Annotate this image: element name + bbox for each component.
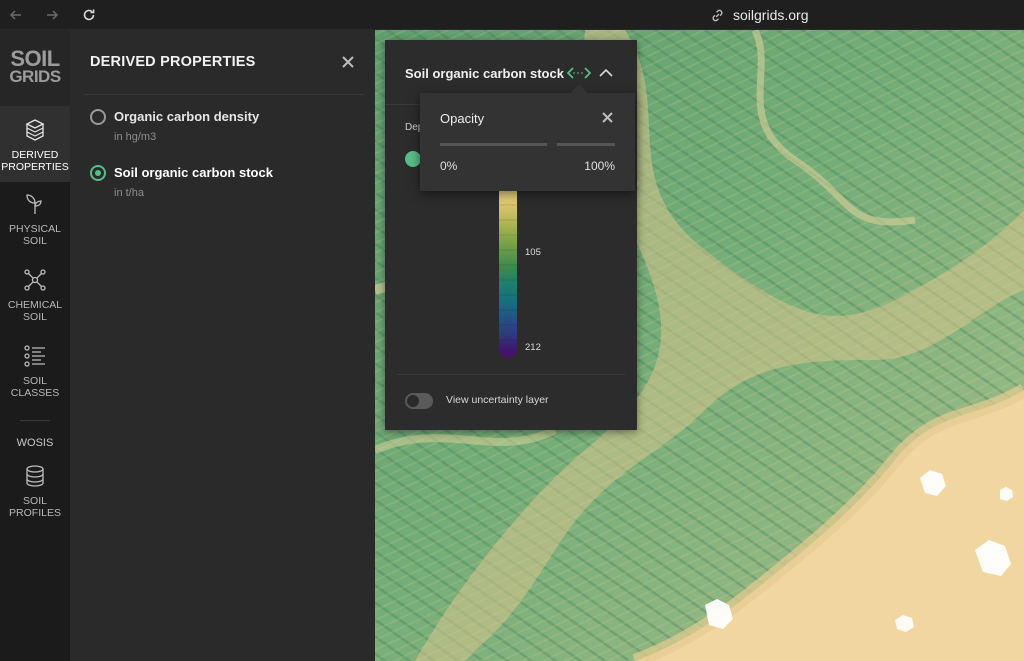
radio-soil-organic-carbon-stock[interactable] [90, 165, 106, 181]
close-icon[interactable] [601, 111, 614, 124]
color-ramp-bands [499, 204, 517, 341]
panel-divider [84, 94, 364, 95]
legend-tick-105: 105 [525, 247, 541, 258]
rail-item-soil-profiles[interactable]: SOIL PROFILES [0, 464, 70, 519]
legend-title: Soil organic carbon stock [405, 66, 564, 81]
option-unit: in t/ha [114, 187, 144, 199]
opacity-title: Opacity [440, 111, 485, 126]
rail-divider [20, 420, 50, 421]
reload-icon[interactable] [79, 5, 99, 25]
option-label: Organic carbon density [114, 109, 260, 124]
logo-line-2: GRIDS [9, 67, 61, 86]
close-icon[interactable] [340, 54, 356, 70]
plant-icon [26, 194, 42, 214]
wosis-heading: WOSIS [16, 437, 54, 449]
list-icon [24, 345, 45, 367]
opacity-min-label: 0% [440, 159, 458, 173]
app-nav-rail: SOIL GRIDS DERIVED PROPERTIES PHYSICAL S… [0, 30, 70, 661]
opacity-slider[interactable] [440, 141, 615, 148]
logo-line-1: SOIL [10, 46, 60, 71]
opacity-popup: Opacity 0% 100% [420, 84, 635, 191]
database-icon [26, 465, 44, 487]
color-ramp [499, 190, 517, 358]
option-unit: in hg/m3 [114, 131, 157, 143]
url-text: soilgrids.org [733, 7, 809, 23]
slider-handle[interactable] [547, 141, 557, 148]
chevron-up-icon[interactable] [598, 66, 614, 80]
forward-arrow-icon[interactable] [42, 5, 62, 25]
depth-selector-dot[interactable] [405, 151, 421, 167]
radio-organic-carbon-density[interactable] [90, 109, 106, 125]
molecule-icon [24, 269, 46, 291]
soilgrids-logo[interactable]: SOIL GRIDS [0, 30, 70, 106]
legend-divider-bottom [397, 374, 625, 375]
rail-item-derived-properties[interactable]: DERIVED PROPERTIES [0, 106, 70, 182]
browser-toolbar: soilgrids.org [0, 0, 1024, 30]
option-label: Soil organic carbon stock [114, 165, 273, 180]
back-arrow-icon[interactable] [6, 5, 26, 25]
uncertainty-toggle[interactable] [405, 393, 433, 409]
address-bar[interactable]: soilgrids.org [710, 6, 808, 24]
opacity-toggle-icon[interactable] [567, 65, 591, 81]
uncertainty-label: View uncertainty layer [446, 394, 549, 406]
rail-item-chemical-soil[interactable]: CHEMICAL SOIL [0, 268, 70, 323]
opacity-max-label: 100% [584, 159, 615, 173]
panel-title: DERIVED PROPERTIES [90, 54, 256, 70]
derived-properties-panel: DERIVED PROPERTIES Organic carbon densit… [70, 30, 375, 661]
link-icon [712, 9, 723, 21]
rail-item-soil-classes[interactable]: SOIL CLASSES [0, 344, 70, 399]
layers-icon [25, 119, 45, 141]
legend-tick-212: 212 [525, 342, 541, 353]
rail-item-physical-soil[interactable]: PHYSICAL SOIL [0, 192, 70, 247]
